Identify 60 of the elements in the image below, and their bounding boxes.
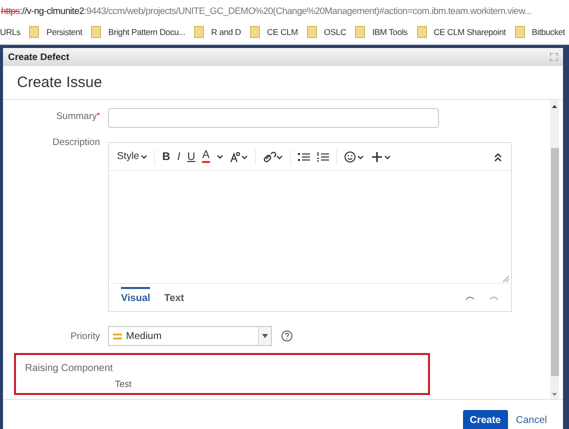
required-mark: * — [96, 111, 100, 120]
folder-icon — [306, 26, 317, 38]
folder-icon — [416, 26, 427, 38]
description-editor[interactable]: Style B I U A Visual Text — [108, 142, 512, 312]
dropdown-arrow-button[interactable] — [258, 327, 271, 345]
bookmark[interactable]: URLs — [0, 27, 20, 37]
resize-handle-icon[interactable] — [503, 276, 509, 282]
format-button[interactable]: U — [187, 150, 196, 162]
collapse-icon[interactable] — [493, 152, 503, 162]
priority-dropdown[interactable]: Medium — [108, 326, 272, 346]
folder-icon — [250, 26, 260, 38]
bookmark[interactable]: CE CLM Sharepoint — [416, 26, 506, 38]
dialog-heading: Create Issue — [17, 74, 102, 91]
text-style-icon[interactable] — [230, 150, 248, 162]
format-button[interactable]: A — [202, 150, 210, 163]
format-button[interactable]: B — [162, 150, 170, 162]
dialog-title: Create Defect — [8, 52, 70, 62]
address-bar[interactable]: https://v-ng-clmunite2:9443/ccm/web/projects/UNITE_GC_DEMO%20(Change%20Management)#action=com.ibm.team.workitem.view... — [0, 0, 569, 20]
bookmark[interactable]: CE CLM — [250, 26, 298, 38]
help-icon[interactable] — [281, 330, 293, 342]
caret-icon — [141, 154, 148, 158]
cancel-link[interactable]: Cancel — [514, 410, 549, 429]
link-icon[interactable] — [262, 150, 283, 162]
folder-icon — [91, 26, 102, 38]
bookmark[interactable]: OSLC — [306, 26, 346, 38]
bookmark[interactable]: Bitbucket — [514, 26, 565, 38]
bookmark[interactable]: R and D — [194, 26, 241, 38]
folder-icon — [29, 26, 40, 38]
triangle-icon — [262, 334, 268, 338]
style-dropdown[interactable]: Style — [117, 151, 148, 162]
dropdown-value: Medium — [126, 330, 162, 342]
editor-tab[interactable]: Text — [164, 287, 184, 308]
url-scheme: https — [1, 4, 20, 16]
format-button[interactable]: I — [177, 150, 180, 162]
url-host: ://v-ng-clmunite2 — [20, 4, 84, 16]
bullet-list-icon[interactable] — [298, 152, 310, 162]
field-label: Description — [51, 136, 101, 148]
field-label: Raising Component — [25, 363, 114, 374]
folder-icon — [355, 26, 366, 38]
field-label: Summary* — [55, 110, 101, 122]
scroll-up-icon[interactable] — [552, 105, 557, 108]
bookmark[interactable]: IBM Tools — [355, 26, 408, 38]
create-button[interactable]: Create — [462, 410, 508, 429]
folder-icon — [194, 26, 204, 38]
caret-icon — [216, 154, 223, 158]
folder-icon — [514, 26, 525, 38]
numbered-list-icon[interactable] — [316, 152, 329, 162]
emoji-icon[interactable] — [344, 150, 364, 162]
scroll-down-icon[interactable] — [552, 393, 557, 396]
field-value: Test — [114, 379, 133, 389]
editor-tab[interactable]: Visual — [121, 287, 150, 308]
field-label: Priority — [69, 330, 101, 342]
bookmark[interactable]: Bright Pattern Docu... — [91, 26, 186, 38]
plus-icon[interactable] — [370, 150, 391, 162]
undo-icon[interactable] — [465, 294, 475, 300]
scrollbar[interactable] — [550, 100, 559, 399]
bookmark[interactable]: Persistent — [29, 26, 82, 38]
medium-priority-icon — [113, 332, 122, 340]
summary-field[interactable] — [108, 108, 439, 128]
url-path: :9443/ccm/web/projects/UNITE_GC_DEMO%20(Change%20Management)#action=com.ibm.team.workitem.view... — [84, 4, 532, 16]
